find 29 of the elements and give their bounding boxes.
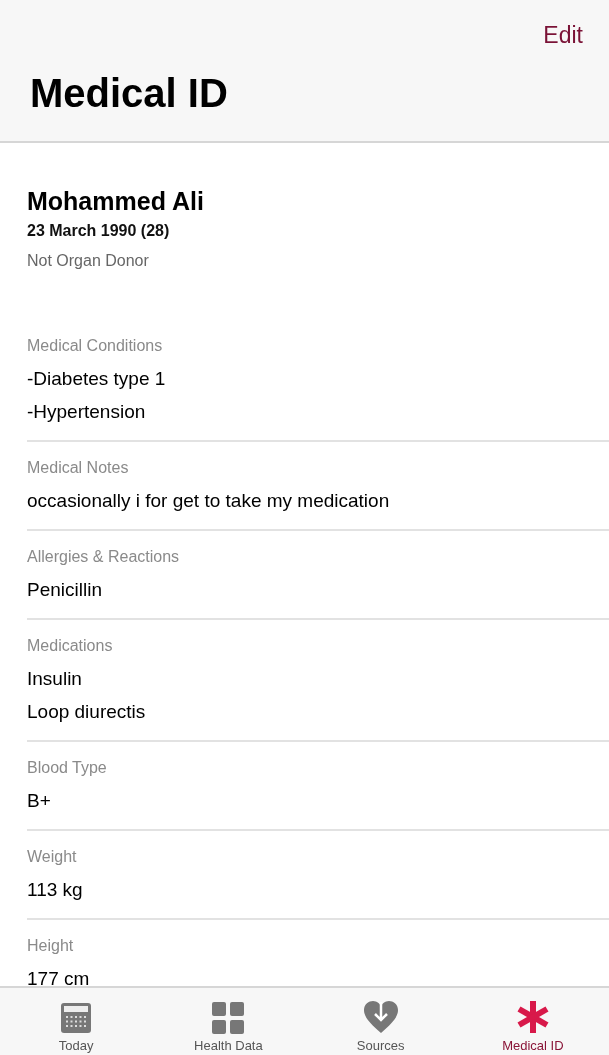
tab[interactable]: Today [11,988,142,1055]
field-value: Loop diurectis [27,700,147,724]
page-title: Medical ID [30,71,229,116]
field-value: 177 cm [27,967,91,986]
field-label: Height [27,937,75,955]
edit-button[interactable]: Edit [543,22,583,49]
field-label: Blood Type [27,759,108,777]
person-name: Mohammed Ali [27,187,205,216]
field-value: 113 kg [27,878,84,902]
field-value: -Diabetes type 1 [27,367,167,391]
field-label: Weight [27,848,78,866]
tab[interactable]: Sources [315,988,446,1055]
tab[interactable]: Health Data [163,988,294,1055]
asterisk-icon [515,1000,550,1034]
heart-icon [362,1000,399,1034]
field-label: Medical Notes [27,459,130,477]
field-value: occasionally i for get to take my medication [27,489,391,513]
field-value: -Hypertension [27,400,147,424]
field-label: Medical Conditions [27,337,164,355]
field-label: Medications [27,637,114,655]
grid-icon [212,1002,245,1034]
tab[interactable]: Medical ID [467,988,598,1055]
birth-date: 23 March 1990 (28) [27,222,171,240]
donor-status: Not Organ Donor [27,252,150,270]
field-value: Penicillin [27,578,103,602]
field-value: B+ [27,789,52,813]
calendar-icon [60,1002,93,1034]
field-value: Insulin [27,667,83,691]
field-label: Allergies & Reactions [27,548,181,566]
